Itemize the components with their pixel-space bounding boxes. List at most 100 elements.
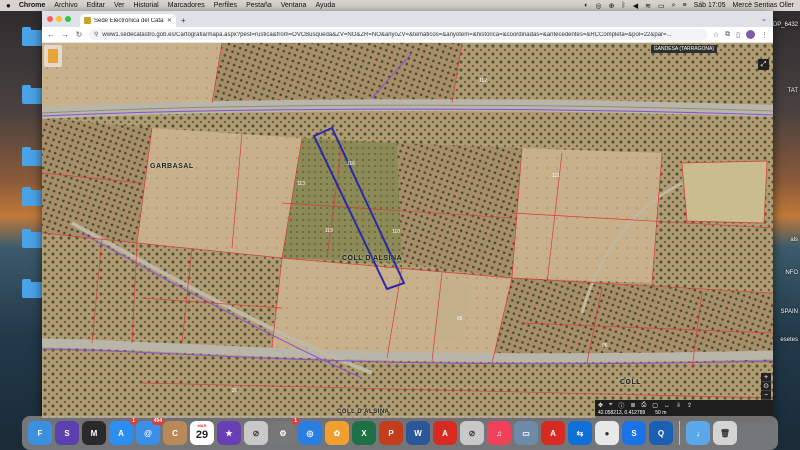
minimize-window-button[interactable] xyxy=(56,16,62,22)
desktop-label[interactable]: NFO xyxy=(785,270,798,276)
system-preferences-icon: ⚙ xyxy=(279,428,287,438)
volume-icon[interactable]: ◀ xyxy=(633,2,638,10)
dock-app-silenz-2[interactable]: ⊘ xyxy=(460,421,484,445)
address-bar[interactable]: ⚲ www1.sedecatastro.gob.es/Cartografia/m… xyxy=(89,29,707,40)
measure-tool-icon[interactable]: ⌖ xyxy=(609,402,612,409)
reload-icon[interactable]: ↻ xyxy=(75,30,83,39)
menu-perfiles[interactable]: Perfiles xyxy=(214,2,237,9)
downloads-folder-icon: ↓ xyxy=(696,428,700,438)
dock-app-shazam[interactable]: S xyxy=(622,421,646,445)
dock-app-safari[interactable]: ◎ xyxy=(298,421,322,445)
back-arrow-icon[interactable]: ← xyxy=(47,30,55,39)
dock-app-excel[interactable]: X xyxy=(352,421,376,445)
dock-app-siri[interactable]: S xyxy=(55,421,79,445)
parcel-number: 115 xyxy=(325,228,333,234)
menu-pestana[interactable]: Pestaña xyxy=(246,2,272,9)
safari-icon: ◎ xyxy=(306,428,314,438)
apple-icon[interactable]: ● xyxy=(6,1,11,10)
dock-app-teamviewer[interactable]: ⇆ xyxy=(568,421,592,445)
menu-historial[interactable]: Historial xyxy=(133,2,158,9)
cadastral-map[interactable]: GARBASAL COLL D'ALSINA COLL COLL D'ALSIN… xyxy=(42,43,773,418)
bookmark-star-icon[interactable]: ☆ xyxy=(713,31,719,39)
menu-marcadores[interactable]: Marcadores xyxy=(168,2,205,9)
menu-chrome[interactable]: Chrome xyxy=(19,2,45,9)
zoom-window-button[interactable] xyxy=(65,16,71,22)
dock-app-trash[interactable]: 🗑 xyxy=(713,421,737,445)
area-tool-icon[interactable]: ▢ xyxy=(652,402,658,409)
dock-app-silenz[interactable]: ⊘ xyxy=(244,421,268,445)
print-tool-icon[interactable]: ⎙ xyxy=(641,402,646,409)
menu-ventana[interactable]: Ventana xyxy=(281,2,307,9)
menu-archivo[interactable]: Archivo xyxy=(54,2,77,9)
sidebar-icon[interactable]: ▯ xyxy=(736,31,740,39)
zoom-out-button[interactable]: − xyxy=(761,391,771,400)
dock-app-quicktime[interactable]: Q xyxy=(649,421,673,445)
dock-app-music[interactable]: ♫ xyxy=(487,421,511,445)
close-window-button[interactable] xyxy=(47,16,53,22)
dock-app-photos[interactable]: ✿ xyxy=(325,421,349,445)
dock-app-chrome[interactable]: ● xyxy=(595,421,619,445)
desktop-folder-icon[interactable] xyxy=(22,147,44,166)
dock-app-word[interactable]: W xyxy=(406,421,430,445)
map-field xyxy=(512,148,662,283)
desktop-folder-icon[interactable] xyxy=(22,85,44,104)
dock-app-system-preferences[interactable]: ⚙ 1 xyxy=(271,418,299,445)
status-app-icon[interactable]: ◐ xyxy=(584,2,588,9)
desktop-folder-icon[interactable] xyxy=(22,279,44,298)
desktop-folder-icon[interactable] xyxy=(22,229,44,248)
new-tab-button[interactable]: + xyxy=(181,16,186,25)
control-center-icon[interactable]: ≡ xyxy=(683,2,687,9)
info-tool-icon[interactable]: ⓘ xyxy=(618,401,624,410)
dock-app-acrobat-reader[interactable]: A xyxy=(541,421,565,445)
fullscreen-icon[interactable]: ⤢ xyxy=(758,59,769,70)
dock-app-mission-control[interactable]: M xyxy=(82,421,106,445)
desktop-folder-icon[interactable] xyxy=(22,27,44,46)
close-icon[interactable]: ✕ xyxy=(167,17,172,24)
distance-tool-icon[interactable]: ↔ xyxy=(664,403,670,409)
desktop-label[interactable]: SPAIN xyxy=(780,309,798,315)
extensions-puzzle-icon[interactable]: ⧉ xyxy=(725,31,730,39)
browser-tab[interactable]: Sede Electrónica del Catastro ✕ xyxy=(80,14,176,27)
dock-app-preview[interactable]: ▭ xyxy=(514,421,538,445)
menu-ver[interactable]: Ver xyxy=(114,2,125,9)
layers-tool-icon[interactable]: ≣ xyxy=(630,402,635,409)
desktop-label[interactable]: TAT xyxy=(788,88,798,94)
excel-icon: X xyxy=(361,428,367,438)
dock-app-app-store[interactable]: A1 xyxy=(109,418,137,445)
more-menu-icon[interactable]: ⋮ xyxy=(761,31,768,39)
menubar-user[interactable]: Mercè Sentias Oller xyxy=(733,2,794,9)
zoom-in-button[interactable]: + xyxy=(761,373,771,382)
menu-ayuda[interactable]: Ayuda xyxy=(315,2,335,9)
wifi-icon[interactable]: ≋ xyxy=(645,2,651,10)
desktop-label[interactable]: DP_6432 xyxy=(773,22,798,28)
desktop-label[interactable]: als xyxy=(790,237,798,243)
menu-editar[interactable]: Editar xyxy=(87,2,105,9)
profile-avatar[interactable] xyxy=(746,30,755,39)
desktop-folder-icon[interactable] xyxy=(22,187,44,206)
desktop-label[interactable]: esetes xyxy=(780,337,798,343)
download-tool-icon[interactable]: ⇩ xyxy=(676,402,681,409)
dock-app-acrobat[interactable]: A xyxy=(433,421,457,445)
menubar-datetime[interactable]: Sáb 17:05 xyxy=(694,2,726,9)
dock-app-downloads-folder[interactable]: ↓ xyxy=(686,421,710,445)
tab-search-icon[interactable]: ⌄ xyxy=(761,15,767,23)
share-tool-icon[interactable]: ⇪ xyxy=(687,402,692,409)
bluetooth-icon[interactable]: ᛒ xyxy=(622,2,626,9)
dock-app-calendar[interactable]: MAR 29 xyxy=(190,421,214,445)
locate-icon[interactable]: ⊙ xyxy=(761,382,771,391)
status-app-icon[interactable]: ⊕ xyxy=(609,2,615,10)
site-info-icon[interactable]: ⚲ xyxy=(94,31,98,38)
battery-icon[interactable]: ▭ xyxy=(658,2,665,10)
dock-app-contacts[interactable]: C xyxy=(163,421,187,445)
mail-icon: @ xyxy=(144,428,152,438)
status-app-icon[interactable]: ◎ xyxy=(596,2,602,10)
search-icon[interactable]: ⌕ xyxy=(672,2,676,10)
pan-tool-icon[interactable]: ✥ xyxy=(598,402,603,409)
dock-app-imovie[interactable]: ★ xyxy=(217,421,241,445)
dock-app-finder[interactable]: F xyxy=(28,421,52,445)
dock-app-mail[interactable]: @494 xyxy=(136,418,164,445)
forward-arrow-icon[interactable]: → xyxy=(61,30,69,39)
satellite-map-image xyxy=(42,43,773,418)
quicktime-icon: Q xyxy=(657,428,665,438)
dock-app-powerpoint[interactable]: P xyxy=(379,421,403,445)
